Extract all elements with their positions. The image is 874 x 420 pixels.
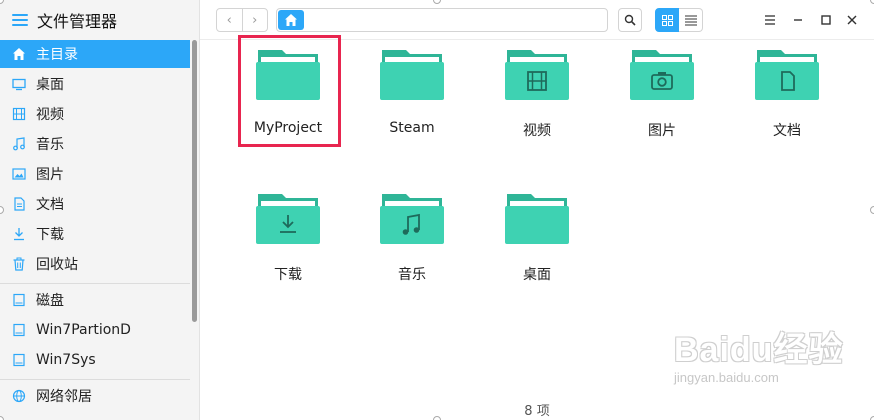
selection-highlight [238, 35, 341, 147]
minimize-button[interactable] [788, 10, 808, 30]
sidebar-item-disk[interactable]: 磁盘 [0, 286, 190, 314]
icon-view-button[interactable] [655, 8, 679, 32]
sidebar-item-label: 文档 [36, 197, 64, 213]
app-logo-icon [12, 14, 28, 26]
home-icon [12, 47, 26, 61]
network-icon [12, 389, 26, 403]
music-icon [12, 137, 26, 151]
sidebar-item-video[interactable]: 视频 [0, 100, 190, 128]
picture-icon [12, 167, 26, 181]
home-icon [285, 14, 297, 26]
download-folder-icon [256, 194, 320, 244]
search-button[interactable] [618, 8, 642, 32]
sidebar-item-label: 回收站 [36, 257, 78, 273]
address-bar[interactable] [276, 8, 608, 32]
document-folder-icon [755, 50, 819, 100]
sidebar-divider [0, 379, 190, 380]
minimize-icon [794, 19, 802, 21]
grid-icon [661, 14, 673, 26]
file-item-label: 下载 [274, 267, 302, 283]
sidebar-item-downloads[interactable]: 下载 [0, 220, 190, 248]
resize-handle-bottom[interactable] [433, 416, 441, 420]
back-button[interactable]: ‹ [217, 9, 242, 31]
status-item-count: 8 项 [524, 404, 550, 419]
sidebar-item-label: 桌面 [36, 77, 64, 93]
chevron-left-icon: ‹ [226, 12, 232, 28]
sidebar-item-win7partiond[interactable]: Win7PartionD [0, 316, 190, 344]
list-view-button[interactable] [679, 8, 703, 32]
maximize-icon [821, 15, 831, 25]
sidebar: 文件管理器 主目录 桌面 视频 音乐 图片 文档 下载 回收站 磁盘 Win7P… [0, 0, 200, 420]
document-icon [12, 197, 26, 211]
sidebar-divider [0, 283, 190, 284]
file-item-music[interactable]: 音乐 [362, 180, 462, 300]
video-folder-icon [505, 50, 569, 100]
disk-icon [12, 353, 26, 367]
sidebar-scrollbar[interactable] [192, 40, 197, 322]
sidebar-item-label: Win7PartionD [36, 322, 131, 338]
sidebar-item-label: 下载 [36, 227, 64, 243]
folder-icon [380, 50, 444, 100]
app-title-row: 文件管理器 [0, 0, 200, 40]
watermark-url: jingyan.baidu.com [674, 370, 779, 385]
sidebar-item-label: 网络邻居 [36, 389, 92, 405]
file-item-label: 文档 [773, 123, 801, 139]
file-item-desktop[interactable]: 桌面 [487, 180, 587, 300]
download-icon [12, 227, 26, 241]
menu-icon [765, 15, 775, 25]
forward-button[interactable]: › [241, 9, 268, 31]
trash-icon [12, 257, 26, 271]
list-icon [684, 15, 697, 25]
sidebar-item-documents[interactable]: 文档 [0, 190, 190, 218]
sidebar-item-desktop[interactable]: 桌面 [0, 70, 190, 98]
close-icon [847, 15, 857, 25]
file-item-videos[interactable]: 视频 [487, 36, 587, 156]
chevron-right-icon: › [252, 12, 258, 28]
file-item-steam[interactable]: Steam [362, 36, 462, 156]
disk-icon [12, 323, 26, 337]
sidebar-item-home[interactable]: 主目录 [0, 40, 190, 68]
sidebar-item-label: 图片 [36, 167, 64, 183]
sidebar-item-label: Win7Sys [36, 352, 96, 368]
sidebar-item-pictures[interactable]: 图片 [0, 160, 190, 188]
file-item-label: 音乐 [398, 267, 426, 283]
sidebar-item-label: 音乐 [36, 137, 64, 153]
view-mode-switch [655, 8, 703, 32]
sidebar-item-label: 磁盘 [36, 293, 64, 309]
file-item-label: 图片 [648, 123, 676, 139]
sidebar-item-win7sys[interactable]: Win7Sys [0, 346, 190, 374]
file-item-pictures[interactable]: 图片 [612, 36, 712, 156]
resize-handle-right[interactable] [870, 206, 874, 214]
desktop-folder-icon [505, 194, 569, 244]
sidebar-item-trash[interactable]: 回收站 [0, 250, 190, 278]
file-item-label: 桌面 [523, 267, 551, 283]
file-item-label: 视频 [523, 123, 551, 139]
close-button[interactable] [842, 10, 862, 30]
picture-folder-icon [630, 50, 694, 100]
music-folder-icon [380, 194, 444, 244]
watermark-brand: Baidu经验 [674, 331, 844, 369]
sidebar-item-label: 主目录 [36, 47, 78, 63]
file-item-documents[interactable]: 文档 [737, 36, 837, 156]
app-title: 文件管理器 [37, 12, 118, 31]
address-home-crumb[interactable] [278, 10, 304, 30]
sidebar-item-network[interactable]: 网络邻居 [0, 382, 190, 410]
maximize-button[interactable] [816, 10, 836, 30]
sidebar-item-label: 视频 [36, 107, 64, 123]
menu-button[interactable] [760, 10, 780, 30]
desktop-icon [12, 77, 26, 91]
sidebar-item-music[interactable]: 音乐 [0, 130, 190, 158]
file-item-downloads[interactable]: 下载 [238, 180, 338, 300]
disk-icon [12, 293, 26, 307]
file-item-label: Steam [389, 120, 435, 136]
toolbar: ‹ › [200, 0, 874, 40]
watermark: Baidu经验 jingyan.baidu.com [668, 322, 868, 398]
video-icon [12, 107, 26, 121]
search-icon [624, 14, 636, 26]
navigation-buttons: ‹ › [216, 8, 268, 32]
resize-handle-bottom-right[interactable] [870, 416, 874, 420]
